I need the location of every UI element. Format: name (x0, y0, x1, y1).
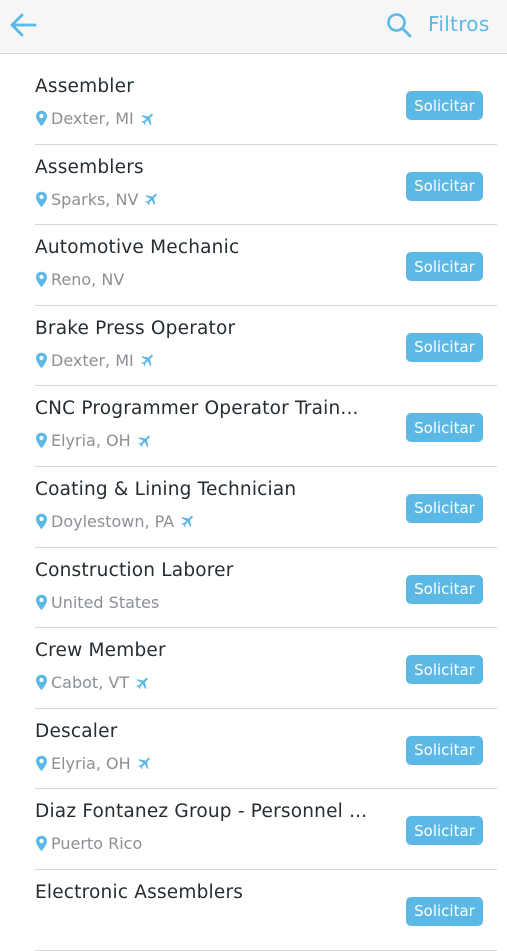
job-location: Dexter, MI (35, 109, 156, 128)
job-location: Doylestown, PA (35, 512, 196, 531)
job-location-text: Dexter, MI (51, 350, 134, 370)
back-button[interactable] (6, 8, 40, 42)
search-button[interactable] (383, 9, 415, 41)
location-pin-icon (36, 191, 47, 207)
job-location-text: Cabot, VT (51, 673, 130, 693)
job-list-item[interactable]: Electronic Assemblers Solicitar (35, 870, 497, 951)
arrow-left-icon (10, 13, 37, 37)
airplane-icon (138, 435, 150, 448)
apply-button[interactable]: Solicitar (406, 896, 483, 926)
job-list-item[interactable]: Assemblers Sparks, NV Solicitar (35, 145, 497, 226)
location-pin-icon (36, 352, 47, 368)
job-list-item[interactable]: Descaler Elyria, OH Solicitar (35, 709, 497, 790)
job-list-item[interactable]: Crew Member Cabot, VT Solicitar (35, 628, 497, 709)
job-list: Assembler Dexter, MI Solicitar Assemblers Sp… (35, 64, 497, 951)
job-list-item[interactable]: Diaz Fontanez Group - Personnel ... Puert… (35, 789, 497, 870)
airplane-icon (181, 516, 194, 528)
apply-button[interactable]: Solicitar (406, 816, 483, 846)
airplane-icon (138, 758, 150, 770)
job-title[interactable]: Assembler (35, 76, 390, 97)
job-location-text: Elyria, OH (51, 753, 131, 773)
job-location: Dexter, MI (35, 351, 156, 370)
job-location: Puerto Rico (35, 834, 142, 853)
airplane-icon (145, 193, 158, 206)
location-pin-icon (36, 836, 47, 852)
job-title[interactable]: Crew Member (35, 640, 390, 661)
apply-button[interactable]: Solicitar (406, 735, 483, 765)
apply-button[interactable]: Solicitar (406, 91, 483, 120)
apply-button[interactable]: Solicitar (406, 413, 483, 443)
airplane-icon (136, 677, 148, 689)
apply-button[interactable]: Solicitar (406, 171, 483, 201)
location-pin-icon (36, 271, 47, 288)
location-pin-icon (36, 594, 47, 610)
job-location: Cabot, VT (35, 673, 151, 692)
job-location: Elyria, OH (35, 754, 153, 773)
job-list-item[interactable]: Coating & Lining Technician Doylestown, P… (35, 467, 497, 548)
top-bar: Filtros (0, 0, 507, 54)
job-location-text: Dexter, MI (51, 109, 134, 128)
job-location-text: Puerto Rico (51, 834, 143, 854)
job-location-text: United States (51, 592, 160, 612)
apply-button[interactable]: Solicitar (406, 252, 483, 282)
airplane-icon (141, 113, 153, 125)
job-title[interactable]: Construction Laborer (35, 560, 390, 581)
job-location: Elyria, OH (35, 431, 153, 450)
apply-button[interactable]: Solicitar (406, 493, 483, 523)
airplane-icon (141, 355, 153, 367)
job-title[interactable]: Brake Press Operator (35, 318, 390, 339)
location-pin-icon (36, 513, 47, 530)
job-title[interactable]: Assemblers (35, 157, 390, 178)
apply-button[interactable]: Solicitar (406, 332, 483, 362)
job-location-text: Elyria, OH (51, 431, 131, 451)
location-pin-icon (36, 433, 47, 449)
job-list-item[interactable]: Construction Laborer United States Solicit… (35, 548, 497, 629)
job-title[interactable]: Coating & Lining Technician (35, 479, 390, 500)
job-title[interactable]: Automotive Mechanic (35, 237, 390, 258)
location-pin-icon (36, 674, 47, 691)
job-list-item[interactable]: CNC Programmer Operator Train... Elyria, … (35, 386, 497, 467)
job-title[interactable]: Diaz Fontanez Group - Personnel ... (35, 801, 390, 822)
location-pin-icon (36, 110, 47, 127)
location-pin-icon (36, 755, 47, 771)
job-location-text: Reno, NV (51, 270, 125, 290)
job-location: Reno, NV (35, 270, 124, 289)
job-location-text: Sparks, NV (51, 189, 139, 209)
job-location-text: Doylestown, PA (51, 511, 175, 531)
search-icon (387, 13, 412, 38)
job-title[interactable]: Descaler (35, 721, 390, 742)
job-list-item[interactable]: Automotive Mechanic Reno, NV Solicitar (35, 225, 497, 306)
job-location: United States (35, 593, 159, 612)
job-list-item[interactable]: Brake Press Operator Dexter, MI Solicitar (35, 306, 497, 387)
apply-button[interactable]: Solicitar (406, 655, 483, 685)
job-title[interactable]: CNC Programmer Operator Train... (35, 398, 390, 419)
apply-button[interactable]: Solicitar (406, 574, 483, 604)
job-list-item[interactable]: Assembler Dexter, MI Solicitar (35, 64, 497, 145)
job-location: Sparks, NV (35, 190, 160, 209)
filters-button[interactable]: Filtros (428, 12, 490, 36)
